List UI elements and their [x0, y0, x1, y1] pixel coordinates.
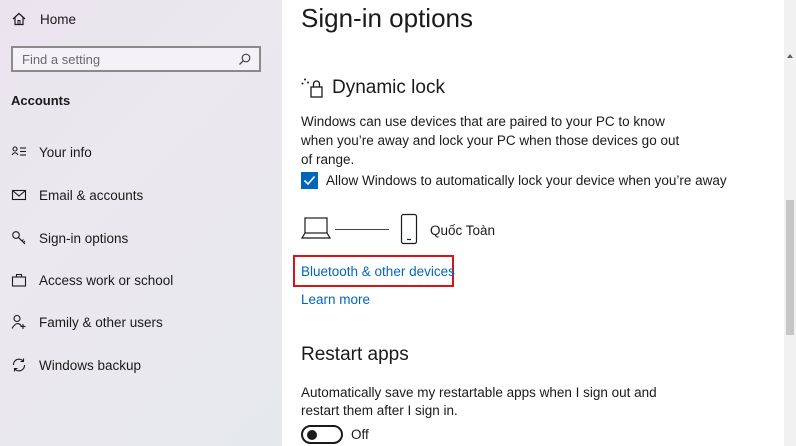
main-content: Sign-in options Dynamic lock Windows can… [282, 0, 796, 446]
sidebar-item-sign-in-options[interactable]: Sign-in options [0, 224, 282, 252]
checkmark-icon [303, 175, 316, 186]
pairing-line [335, 229, 389, 230]
sidebar-item-your-info[interactable]: Your info [0, 138, 282, 166]
key-icon [12, 231, 26, 245]
dynamic-lock-checkbox-label[interactable]: Allow Windows to automatically lock your… [326, 173, 727, 188]
toggle-knob [307, 430, 317, 440]
dynamic-lock-description: Windows can use devices that are paired … [301, 114, 680, 167]
dynamic-lock-icon [301, 78, 323, 98]
learn-more-link[interactable]: Learn more [301, 292, 370, 307]
laptop-icon [301, 217, 331, 239]
home-label: Home [40, 11, 77, 27]
sidebar-item-windows-backup[interactable]: Windows backup [0, 351, 282, 379]
sidebar-item-label: Email & accounts [39, 187, 144, 203]
sidebar-item-family-users[interactable]: Family & other users [0, 308, 282, 336]
paired-device-name: Quốc Toàn [430, 223, 496, 238]
sidebar-item-email-accounts[interactable]: Email & accounts [0, 181, 282, 209]
scroll-up-icon[interactable] [786, 52, 794, 60]
restart-apps-description: Automatically save my restartable apps w… [301, 385, 657, 418]
sidebar-item-label: Sign-in options [39, 230, 129, 246]
toggle-state-label: Off [351, 427, 369, 442]
search-icon[interactable] [238, 53, 251, 66]
home-icon [12, 12, 26, 26]
sidebar-item-access-work-school[interactable]: Access work or school [0, 266, 282, 294]
sync-icon [12, 358, 26, 372]
sidebar: Home Find a setting Accounts Your info E… [0, 0, 282, 446]
home-nav[interactable]: Home [11, 9, 76, 29]
mail-icon [11, 189, 27, 201]
search-placeholder: Find a setting [22, 51, 101, 67]
person-card-icon [11, 146, 26, 156]
dynamic-lock-title: Dynamic lock [332, 77, 445, 98]
sidebar-item-label: Access work or school [39, 272, 174, 288]
search-input[interactable]: Find a setting [11, 46, 261, 72]
bluetooth-devices-link[interactable]: Bluetooth & other devices [301, 264, 455, 279]
scroll-thumb[interactable] [786, 200, 794, 335]
dynamic-lock-checkbox[interactable] [301, 172, 318, 189]
phone-icon [400, 213, 418, 245]
person-add-icon [11, 314, 26, 329]
sidebar-item-label: Windows backup [39, 357, 142, 373]
restart-apps-title: Restart apps [301, 344, 409, 365]
briefcase-icon [11, 273, 27, 287]
restart-apps-toggle[interactable] [301, 425, 343, 444]
sidebar-item-label: Family & other users [39, 314, 163, 330]
sidebar-item-label: Your info [39, 144, 92, 160]
page-title: Sign-in options [301, 3, 473, 33]
scrollbar[interactable] [784, 0, 796, 446]
section-title: Accounts [11, 93, 71, 108]
